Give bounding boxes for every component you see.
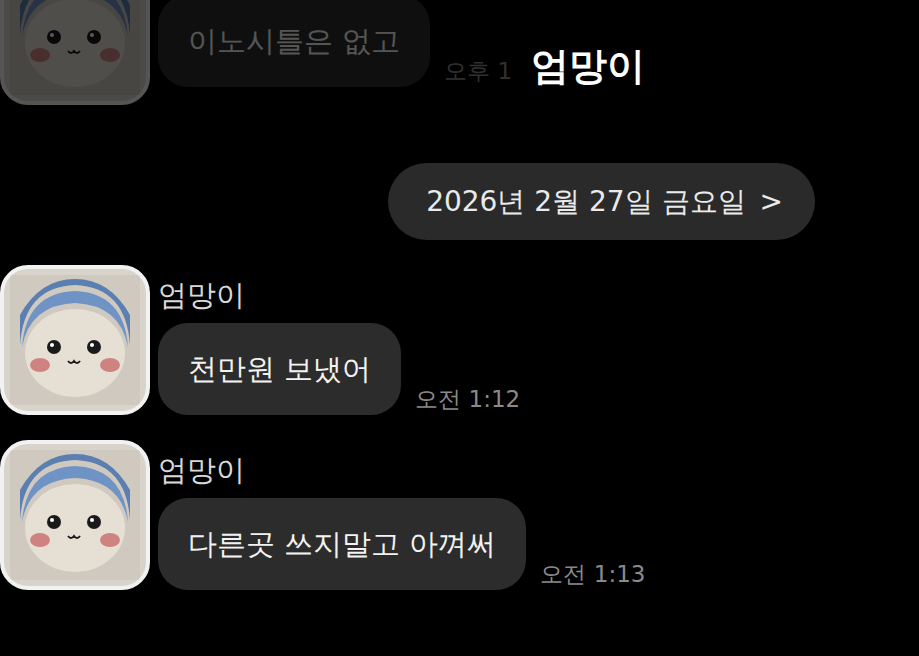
message-time: 오후 1: [444, 57, 512, 87]
message-bubble[interactable]: 천만원 보냈어: [158, 323, 401, 415]
message-row: 엄망이천만원 보냈어오전 1:12: [0, 265, 919, 415]
plush-avatar-icon: [10, 450, 140, 580]
message-bubble[interactable]: 이노시틀은 없고: [158, 0, 430, 87]
message-time: 오전 1:12: [415, 385, 520, 415]
message-time: 오전 1:13: [540, 560, 645, 590]
plush-avatar-icon: [10, 0, 140, 95]
previous-message: 이노시틀은 없고오후 1: [0, 0, 919, 105]
sender-name: 엄망이: [158, 452, 645, 488]
message-row: 엄망이다른곳 쓰지말고 아껴써오전 1:13: [0, 440, 919, 590]
chat-screen: 엄망이이노시틀은 없고오후 12026년 2월 27일 금요일>엄망이천만원 보…: [0, 0, 919, 656]
plush-avatar-icon: [10, 275, 140, 405]
date-divider[interactable]: 2026년 2월 27일 금요일>: [388, 163, 815, 240]
sender-name: 엄망이: [158, 277, 520, 313]
message-bubble[interactable]: 다른곳 쓰지말고 아껴써: [158, 498, 526, 590]
chat-title: 엄망이: [523, 44, 653, 90]
avatar[interactable]: [0, 440, 150, 590]
avatar[interactable]: [0, 0, 150, 105]
avatar[interactable]: [0, 265, 150, 415]
chevron-icon: >: [760, 185, 783, 218]
